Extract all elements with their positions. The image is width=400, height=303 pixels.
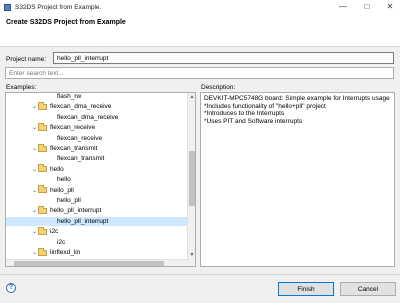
examples-label: Examples: [6, 84, 37, 91]
tree-item-row[interactable]: flexcan_transmit [57, 154, 104, 163]
bottom-separator [0, 274, 400, 275]
folder-icon [38, 164, 47, 173]
window-title: S32DS Project from Example. [15, 3, 102, 11]
tree-item-label: flexcan_transmit [57, 155, 105, 163]
examples-tree[interactable]: flash_rw ⌄ flexcan_dma_receive flexcan_dma_… [5, 92, 196, 267]
close-button[interactable]: ✕ [384, 2, 396, 12]
folder-icon [38, 185, 47, 194]
project-name-label: Project name: [6, 56, 47, 63]
examples-horizontal-scrollbar[interactable] [6, 259, 189, 266]
expand-chevron-icon[interactable]: ⌄ [31, 187, 38, 194]
tree-folder-row[interactable]: ⌄ hello_pll [31, 185, 74, 195]
tree-item-label: flexcan_transmit [50, 145, 98, 152]
description-panel: DEVKIT-MPC5748G board: Simple example fo… [200, 92, 395, 267]
tree-item-row[interactable]: hello_pll [57, 196, 81, 205]
tree-item-label: flexcan_dma_receive [57, 113, 119, 121]
tree-item-label: i2c [57, 238, 66, 246]
scroll-down-arrow-icon[interactable]: ▼ [188, 251, 195, 259]
dialog-header: Create S32DS Project from Example [0, 14, 400, 47]
tree-item-label: flexcan_receive [50, 124, 96, 132]
help-icon[interactable]: ? [6, 283, 16, 293]
scroll-up-arrow-icon[interactable]: ▲ [188, 93, 195, 101]
folder-icon [38, 122, 47, 131]
tree-item-label: flexcan_dma_receive [50, 103, 112, 111]
tree-item-row[interactable]: flash_rw [57, 93, 82, 101]
tree-folder-row[interactable]: ⌄ flexcan_receive [31, 122, 96, 132]
tree-item-label: hello [57, 176, 71, 184]
tree-item-label: flexcan_receive [57, 134, 103, 142]
tree-item-row[interactable]: flexcan_dma_receive [57, 113, 118, 122]
cancel-button[interactable]: Cancel [340, 282, 396, 296]
folder-icon [38, 205, 47, 214]
project-name-input[interactable] [53, 52, 394, 64]
examples-vertical-scrollbar[interactable]: ▲ ▼ [187, 93, 195, 266]
tree-folder-row[interactable]: ⌄ flexcan_dma_receive [31, 101, 112, 111]
tree-item-label: hello_pll [57, 197, 81, 204]
folder-icon [38, 101, 47, 110]
tree-item-label: hello [50, 165, 64, 173]
description-line: DEVKIT-MPC5748G board: Simple example fo… [204, 95, 390, 102]
finish-button[interactable]: Finish [278, 282, 334, 296]
description-line: *Introduces to the Interrupts [204, 110, 285, 117]
title-bar: S32DS Project from Example. — □ ✕ [0, 0, 400, 14]
folder-icon [38, 226, 47, 235]
tree-folder-row[interactable]: ⌄ hello [31, 164, 64, 174]
expand-chevron-icon[interactable]: ⌄ [31, 124, 38, 131]
tree-item-label: linflexd_lin [50, 249, 81, 256]
tree-item-label: hello_pll [50, 186, 74, 194]
expand-chevron-icon[interactable]: ⌄ [31, 228, 38, 235]
description-label: Description: [201, 84, 236, 91]
expand-chevron-icon[interactable]: ⌄ [31, 166, 38, 173]
expand-chevron-icon[interactable]: ⌄ [31, 145, 38, 152]
dialog-title: Create S32DS Project from Example [6, 19, 126, 26]
tree-item-label: hello_pll_interrupt [57, 217, 109, 225]
description-line: *Includes functionality of "hello+pll" p… [204, 102, 326, 110]
tree-folder-row[interactable]: ⌄ flexcan_transmit [31, 143, 98, 153]
folder-icon [38, 143, 47, 152]
expand-chevron-icon[interactable]: ⌄ [31, 103, 38, 110]
tree-folder-row[interactable]: ⌄ i2c [31, 226, 59, 236]
tree-item-row[interactable]: i2c [57, 238, 65, 247]
tree-item-label: hello_pll_interrupt [50, 207, 102, 215]
horizontal-scroll-thumb[interactable] [14, 261, 164, 266]
expand-chevron-icon[interactable]: ⌄ [31, 207, 38, 214]
folder-icon [38, 247, 47, 256]
tree-item-row[interactable]: flexcan_receive [57, 134, 102, 143]
vertical-scroll-thumb[interactable] [189, 151, 195, 206]
tree-folder-row[interactable]: ⌄ linflexd_lin [31, 247, 81, 257]
search-input[interactable] [5, 67, 394, 79]
minimize-button[interactable]: — [337, 2, 349, 12]
expand-chevron-icon[interactable]: ⌄ [31, 249, 38, 256]
description-line: *Uses PIT and Software interrupts [204, 117, 303, 125]
tree-folder-row[interactable]: ⌄ hello_pll_interrupt [31, 205, 102, 215]
tree-item-label: flash_rw [57, 93, 82, 100]
tree-item-row[interactable]: hello_pll_interrupt [6, 216, 188, 226]
tree-item-label: i2c [50, 228, 59, 236]
tree-item-row[interactable]: hello [57, 175, 71, 184]
maximize-button[interactable]: □ [361, 2, 373, 12]
app-icon [4, 3, 11, 11]
